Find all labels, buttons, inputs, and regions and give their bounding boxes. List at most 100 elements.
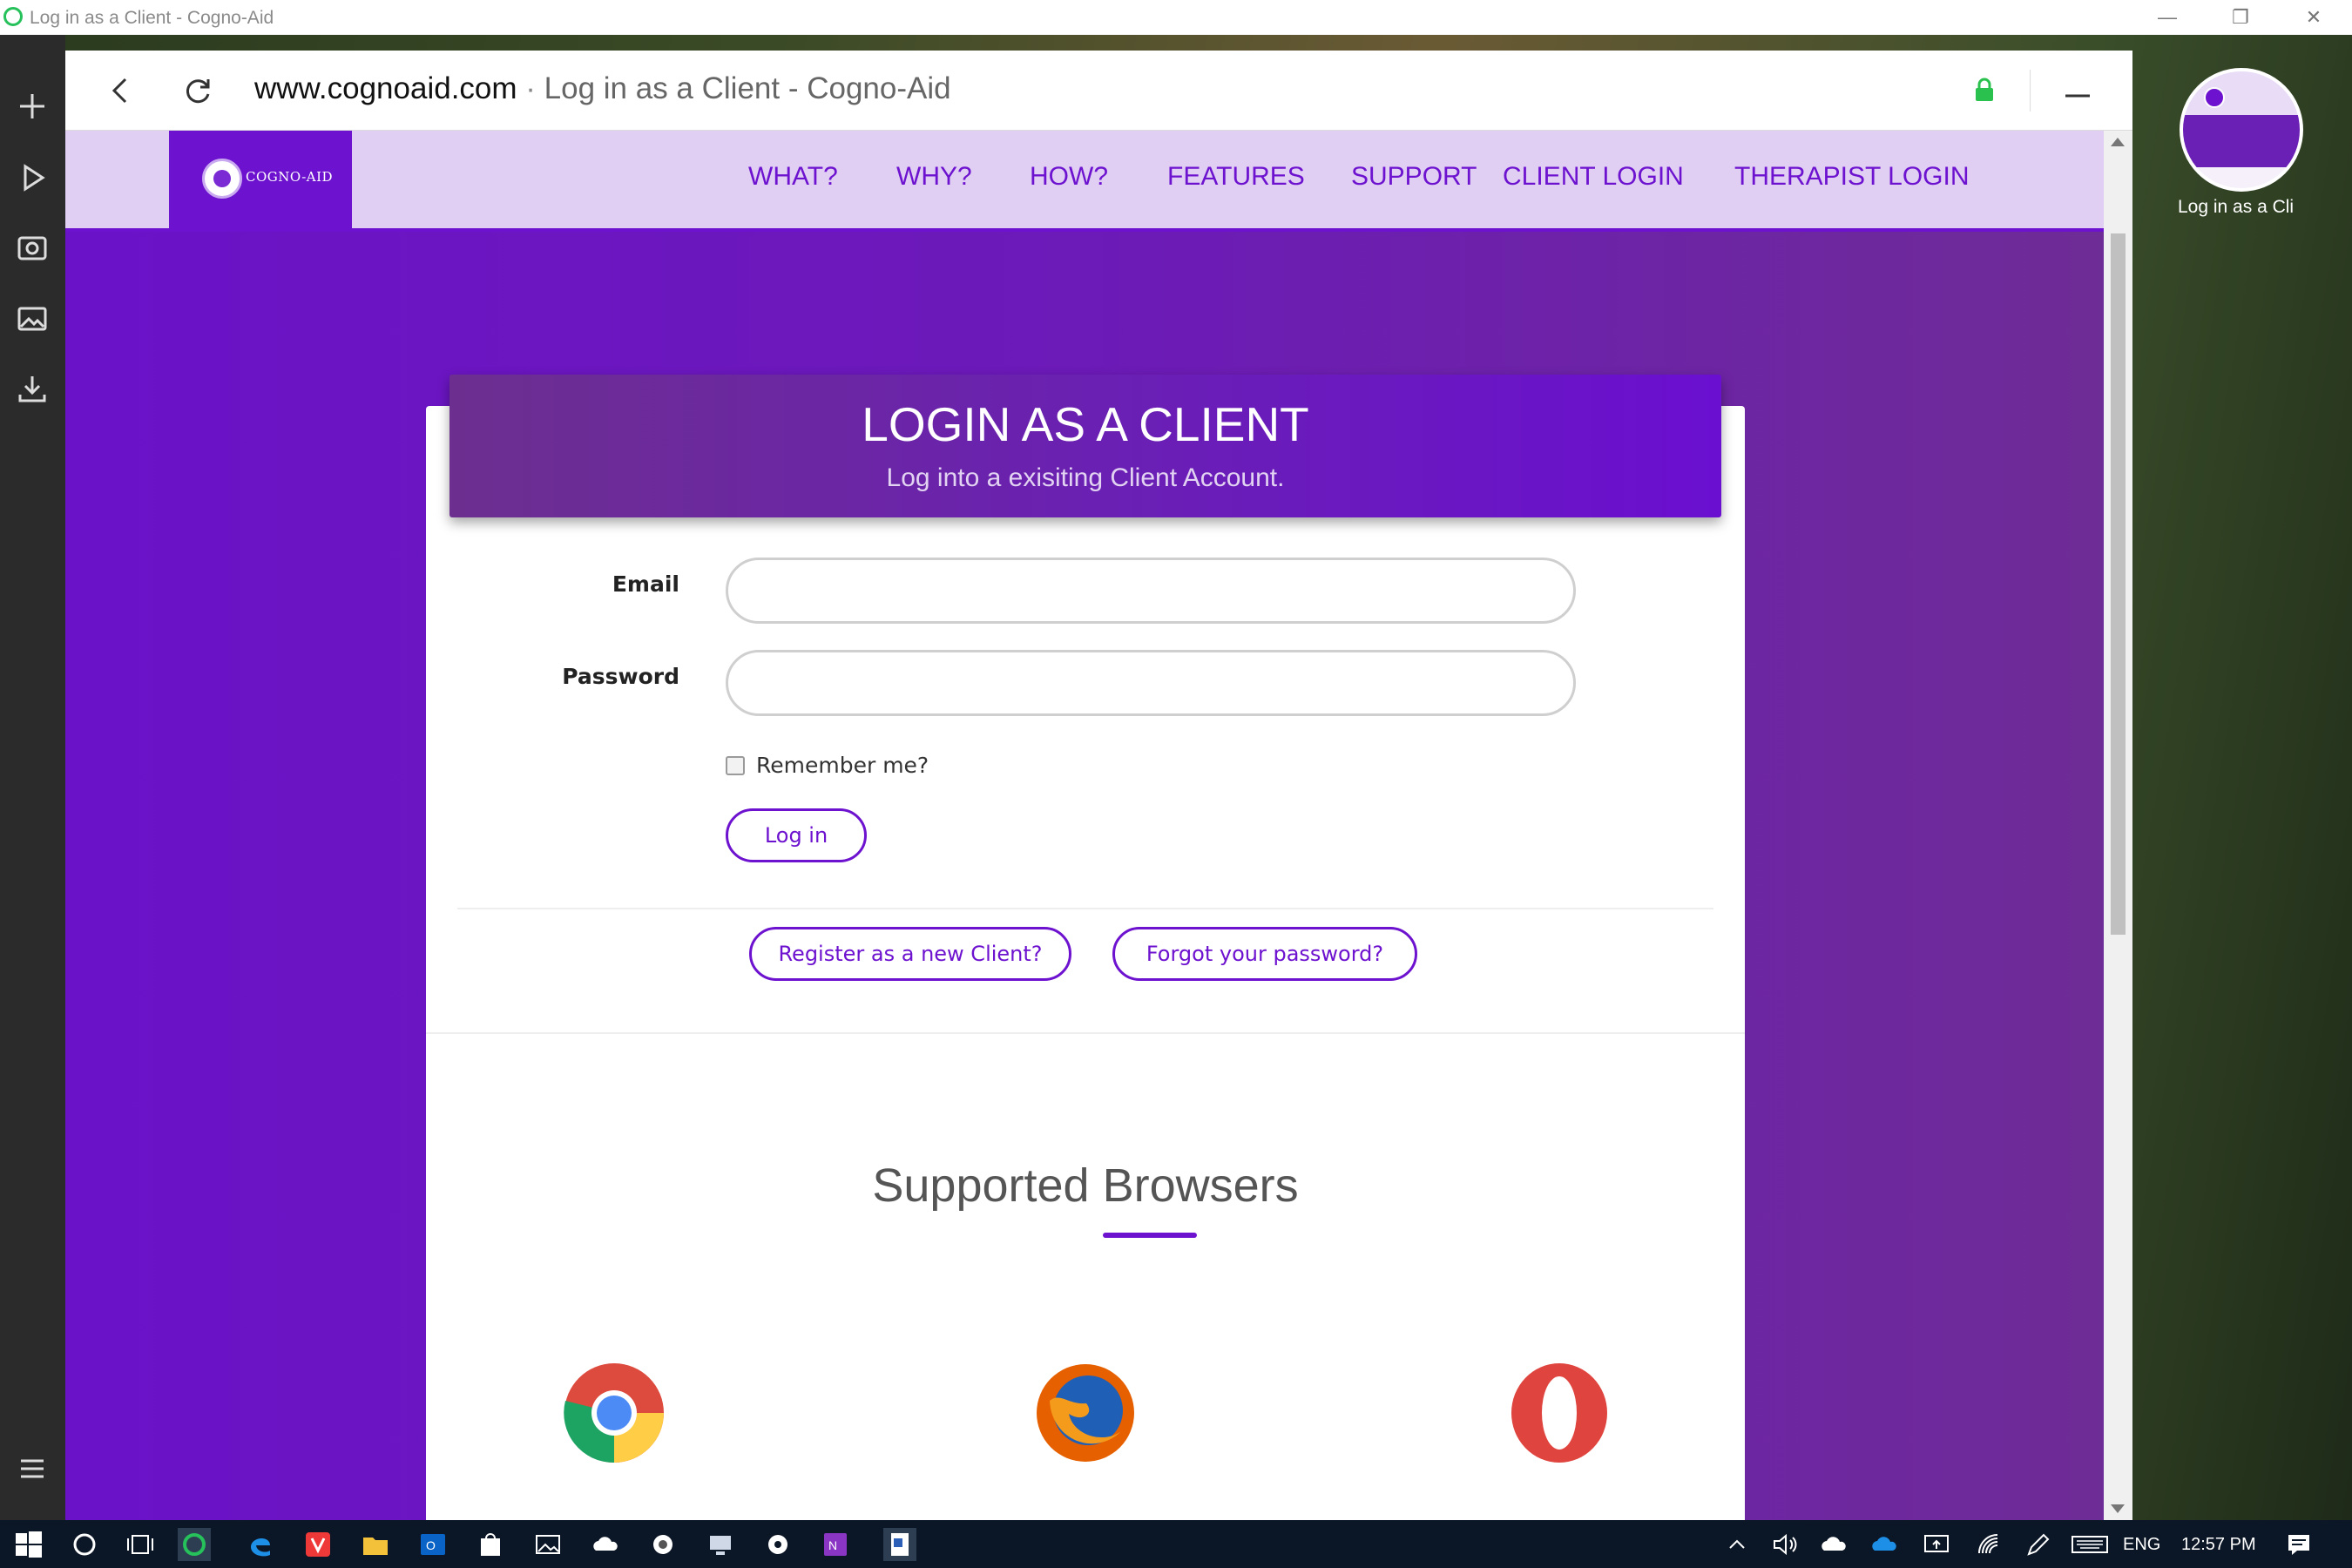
app-circle-icon[interactable] <box>646 1528 679 1561</box>
windows-start-icon[interactable] <box>12 1528 45 1561</box>
nav-therapist-login[interactable]: THERAPIST LOGIN <box>1734 162 1970 192</box>
vivaldi-icon[interactable] <box>301 1528 335 1561</box>
main-menu-button[interactable] <box>13 1450 51 1488</box>
task-view-icon[interactable] <box>124 1528 157 1561</box>
logo-emblem-icon <box>202 159 242 199</box>
window-close-button[interactable]: ✕ <box>2288 3 2340 31</box>
onedrive-taskbar-icon[interactable] <box>589 1528 622 1561</box>
onedrive-tray-icon[interactable] <box>1819 1528 1852 1561</box>
logo-text: COGNO-AID <box>246 169 334 185</box>
browser-viewport: www.cognoaid.com · Log in as a Client - … <box>65 51 2132 1520</box>
tab-preview-label[interactable]: Log in as a Cli <box>2178 197 2305 218</box>
window-titlebar: Log in as a Client - Cogno-Aid — ❐ ✕ <box>0 0 2352 35</box>
section-divider <box>426 1032 1745 1034</box>
supported-browsers-title: Supported Browsers <box>872 1159 1299 1212</box>
download-icon <box>18 376 46 402</box>
lock-icon[interactable] <box>1973 77 1996 103</box>
file-explorer-icon[interactable] <box>359 1528 392 1561</box>
word-doc-icon[interactable] <box>883 1528 916 1561</box>
gallery-button[interactable] <box>13 300 51 338</box>
address-divider <box>2030 70 2031 112</box>
action-center-icon[interactable] <box>2282 1528 2315 1561</box>
title-underline <box>1103 1233 1197 1238</box>
downloads-button[interactable] <box>13 369 51 408</box>
site-logo[interactable]: COGNO-AID <box>169 131 352 232</box>
taskbar: O N ENG 12:57 PM <box>0 1520 2352 1568</box>
reload-button[interactable] <box>179 71 217 110</box>
site-navbar: COGNO-AID WHAT? WHY? HOW? FEATURES SUPPO… <box>65 131 2104 232</box>
onedrive-business-icon[interactable] <box>1869 1528 1903 1561</box>
nav-client-login[interactable]: CLIENT LOGIN <box>1503 162 1684 192</box>
volume-icon[interactable] <box>1768 1528 1801 1561</box>
side-rail <box>0 35 65 1520</box>
url-field[interactable]: www.cognoaid.com · Log in as a Client - … <box>254 71 951 106</box>
scroll-up-arrow-icon[interactable] <box>2111 138 2125 146</box>
nav-how[interactable]: HOW? <box>1030 162 1108 192</box>
forgot-password-button[interactable]: Forgot your password? <box>1112 927 1417 981</box>
nav-why[interactable]: WHY? <box>896 162 972 192</box>
email-field[interactable] <box>726 558 1576 624</box>
login-subtitle: Log into a exisiting Client Account. <box>886 463 1285 492</box>
reload-icon <box>186 79 210 104</box>
new-tab-button[interactable] <box>13 87 51 125</box>
login-card-header: LOGIN AS A CLIENT Log into a exisiting C… <box>449 375 1721 517</box>
camera-icon <box>17 236 47 260</box>
chevron-left-icon <box>112 78 127 104</box>
nav-support[interactable]: SUPPORT <box>1351 162 1477 192</box>
url-domain: www.cognoaid.com <box>254 71 517 105</box>
thumb-content <box>2183 115 2300 167</box>
chevron-up-icon[interactable] <box>1720 1528 1754 1561</box>
snapshot-button[interactable] <box>13 228 51 267</box>
address-bar: www.cognoaid.com · Log in as a Client - … <box>65 51 2132 131</box>
onenote-icon[interactable]: N <box>819 1528 852 1561</box>
photos-icon[interactable] <box>531 1528 564 1561</box>
thumb-nav <box>2183 71 2300 115</box>
url-separator: · <box>517 71 544 105</box>
clock[interactable]: 12:57 PM <box>2181 1535 2256 1555</box>
login-title: LOGIN AS A CLIENT <box>862 397 1309 451</box>
nav-features[interactable]: FEATURES <box>1167 162 1305 192</box>
nav-what[interactable]: WHAT? <box>748 162 838 192</box>
chrome-icon <box>563 1362 666 1464</box>
back-button[interactable] <box>102 71 140 110</box>
url-page-title: Log in as a Client - Cogno-Aid <box>544 71 951 105</box>
opera-neon-icon <box>3 7 23 26</box>
settings-app-icon[interactable] <box>761 1528 794 1561</box>
edge-icon[interactable] <box>244 1528 277 1561</box>
wifi-icon[interactable] <box>1972 1528 2005 1561</box>
form-divider <box>457 908 1713 909</box>
network-app-icon[interactable] <box>704 1528 737 1561</box>
play-icon <box>24 164 45 192</box>
window-restore-button[interactable]: ❐ <box>2214 3 2267 31</box>
svg-text:N: N <box>828 1538 837 1552</box>
keyboard-icon[interactable] <box>2070 1528 2110 1561</box>
remember-me-checkbox[interactable] <box>726 756 745 775</box>
window-minimize-button[interactable]: — <box>2141 3 2193 31</box>
image-icon <box>17 307 47 331</box>
opera-neon-taskbar-icon[interactable] <box>178 1528 211 1561</box>
window-title: Log in as a Client - Cogno-Aid <box>30 8 274 28</box>
login-button[interactable]: Log in <box>726 808 867 862</box>
scroll-down-arrow-icon[interactable] <box>2111 1504 2125 1513</box>
outlook-icon[interactable]: O <box>416 1528 449 1561</box>
minus-icon <box>2065 94 2090 98</box>
page-scrollbar[interactable] <box>2104 131 2132 1520</box>
password-label: Password <box>562 664 679 689</box>
player-button[interactable] <box>13 159 51 197</box>
remember-me-label[interactable]: Remember me? <box>756 753 929 778</box>
firefox-icon <box>1034 1362 1137 1464</box>
email-label: Email <box>612 571 679 597</box>
pen-icon[interactable] <box>2021 1528 2054 1561</box>
minimize-browser-button[interactable] <box>2060 77 2095 112</box>
cortana-icon[interactable] <box>68 1528 101 1561</box>
svg-text:O: O <box>426 1538 436 1552</box>
tab-preview-thumbnail[interactable] <box>2180 68 2303 192</box>
hamburger-icon <box>21 1459 44 1478</box>
scroll-thumb[interactable] <box>2111 233 2126 935</box>
opera-icon <box>1508 1362 1611 1464</box>
register-button[interactable]: Register as a new Client? <box>749 927 1071 981</box>
password-field[interactable] <box>726 650 1576 716</box>
store-icon[interactable] <box>474 1528 507 1561</box>
display-icon[interactable] <box>1920 1528 1953 1561</box>
language-indicator[interactable]: ENG <box>2123 1535 2160 1555</box>
